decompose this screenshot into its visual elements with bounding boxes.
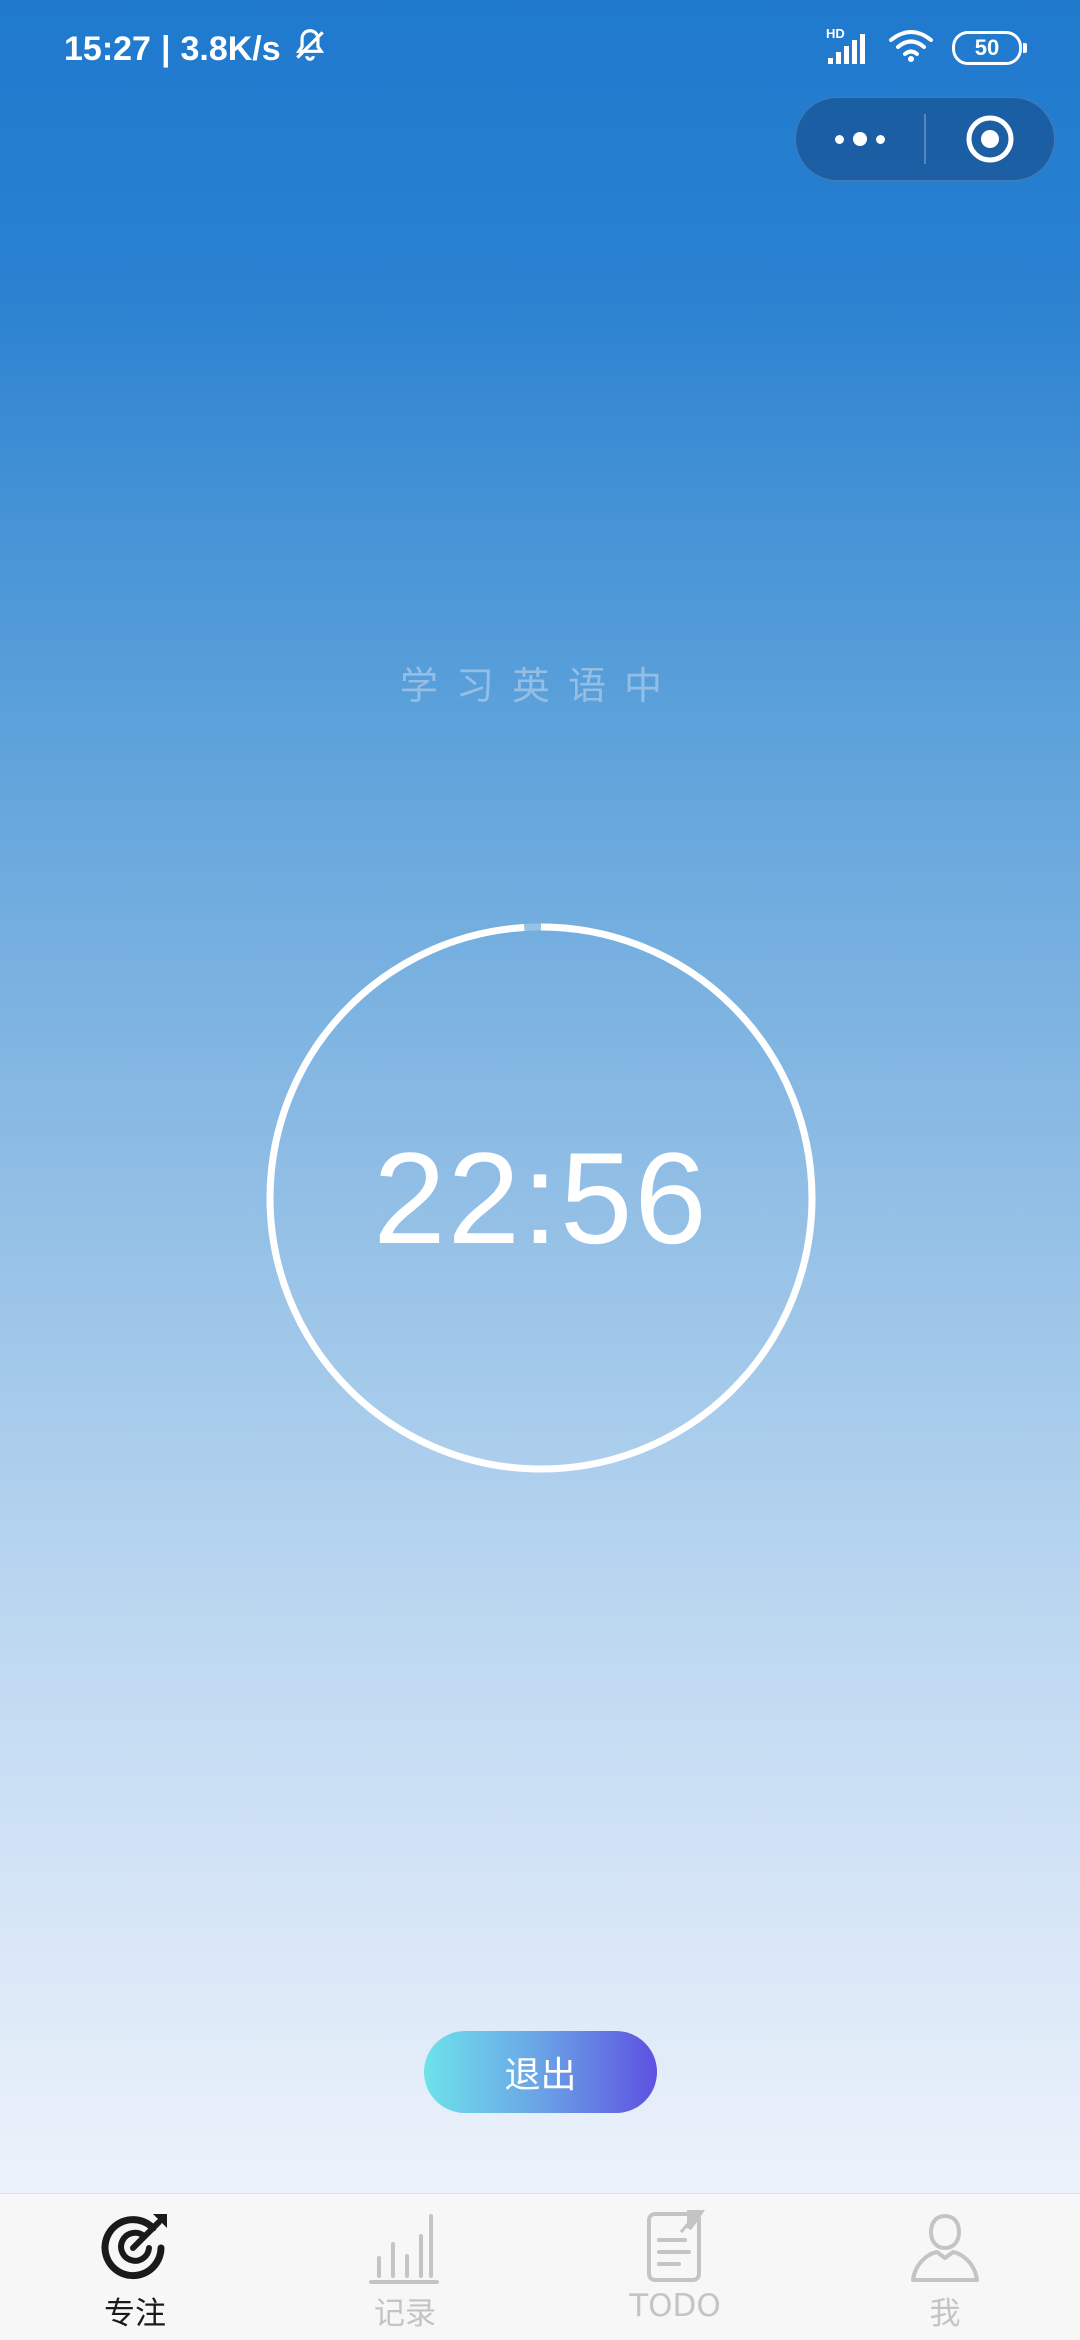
close-target-icon — [966, 115, 1014, 163]
task-label: 学习英语中 — [399, 664, 680, 708]
status-bar: 15:27 | 3.8K/s HD 50 — [0, 0, 1080, 96]
user-icon — [905, 2206, 985, 2286]
tab-records[interactable]: 记录 — [270, 2194, 540, 2340]
bell-muted-icon — [291, 26, 329, 73]
signal-icon: HD — [826, 26, 870, 66]
battery-level: 50 — [974, 35, 1000, 60]
status-right: HD 50 — [826, 26, 1027, 68]
tab-me[interactable]: 我 — [810, 2194, 1080, 2340]
tab-label-me: 我 — [929, 2296, 961, 2332]
tab-label-focus: 专注 — [104, 2296, 166, 2332]
wifi-icon — [888, 28, 934, 68]
note-pin-icon — [635, 2206, 715, 2286]
close-miniprogram-button[interactable] — [926, 98, 1054, 180]
status-time: 15:27 — [64, 30, 151, 68]
battery-icon: 50 — [952, 31, 1027, 65]
miniprogram-capsule — [795, 97, 1055, 181]
more-dots-icon — [835, 132, 885, 146]
tab-label-todo: TODO — [629, 2288, 721, 2324]
focus-target-icon — [95, 2206, 175, 2286]
tab-todo[interactable]: TODO — [540, 2194, 810, 2340]
net-speed: 3.8K/s — [180, 30, 281, 68]
tab-focus[interactable]: 专注 — [0, 2194, 270, 2340]
bar-chart-icon — [365, 2206, 445, 2286]
more-button[interactable] — [796, 98, 924, 180]
status-left: 15:27 | 3.8K/s — [64, 26, 329, 73]
tab-label-records: 记录 — [374, 2296, 436, 2332]
focus-screen: 15:27 | 3.8K/s HD 50 学习英语中 22:56 退出 专注 记… — [0, 0, 1080, 2340]
tab-bar: 专注 记录 TODO 我 — [0, 2193, 1080, 2340]
timer-display: 22:56 — [373, 1125, 709, 1271]
exit-button[interactable]: 退出 — [424, 2031, 657, 2113]
status-separator: | — [160, 30, 171, 68]
